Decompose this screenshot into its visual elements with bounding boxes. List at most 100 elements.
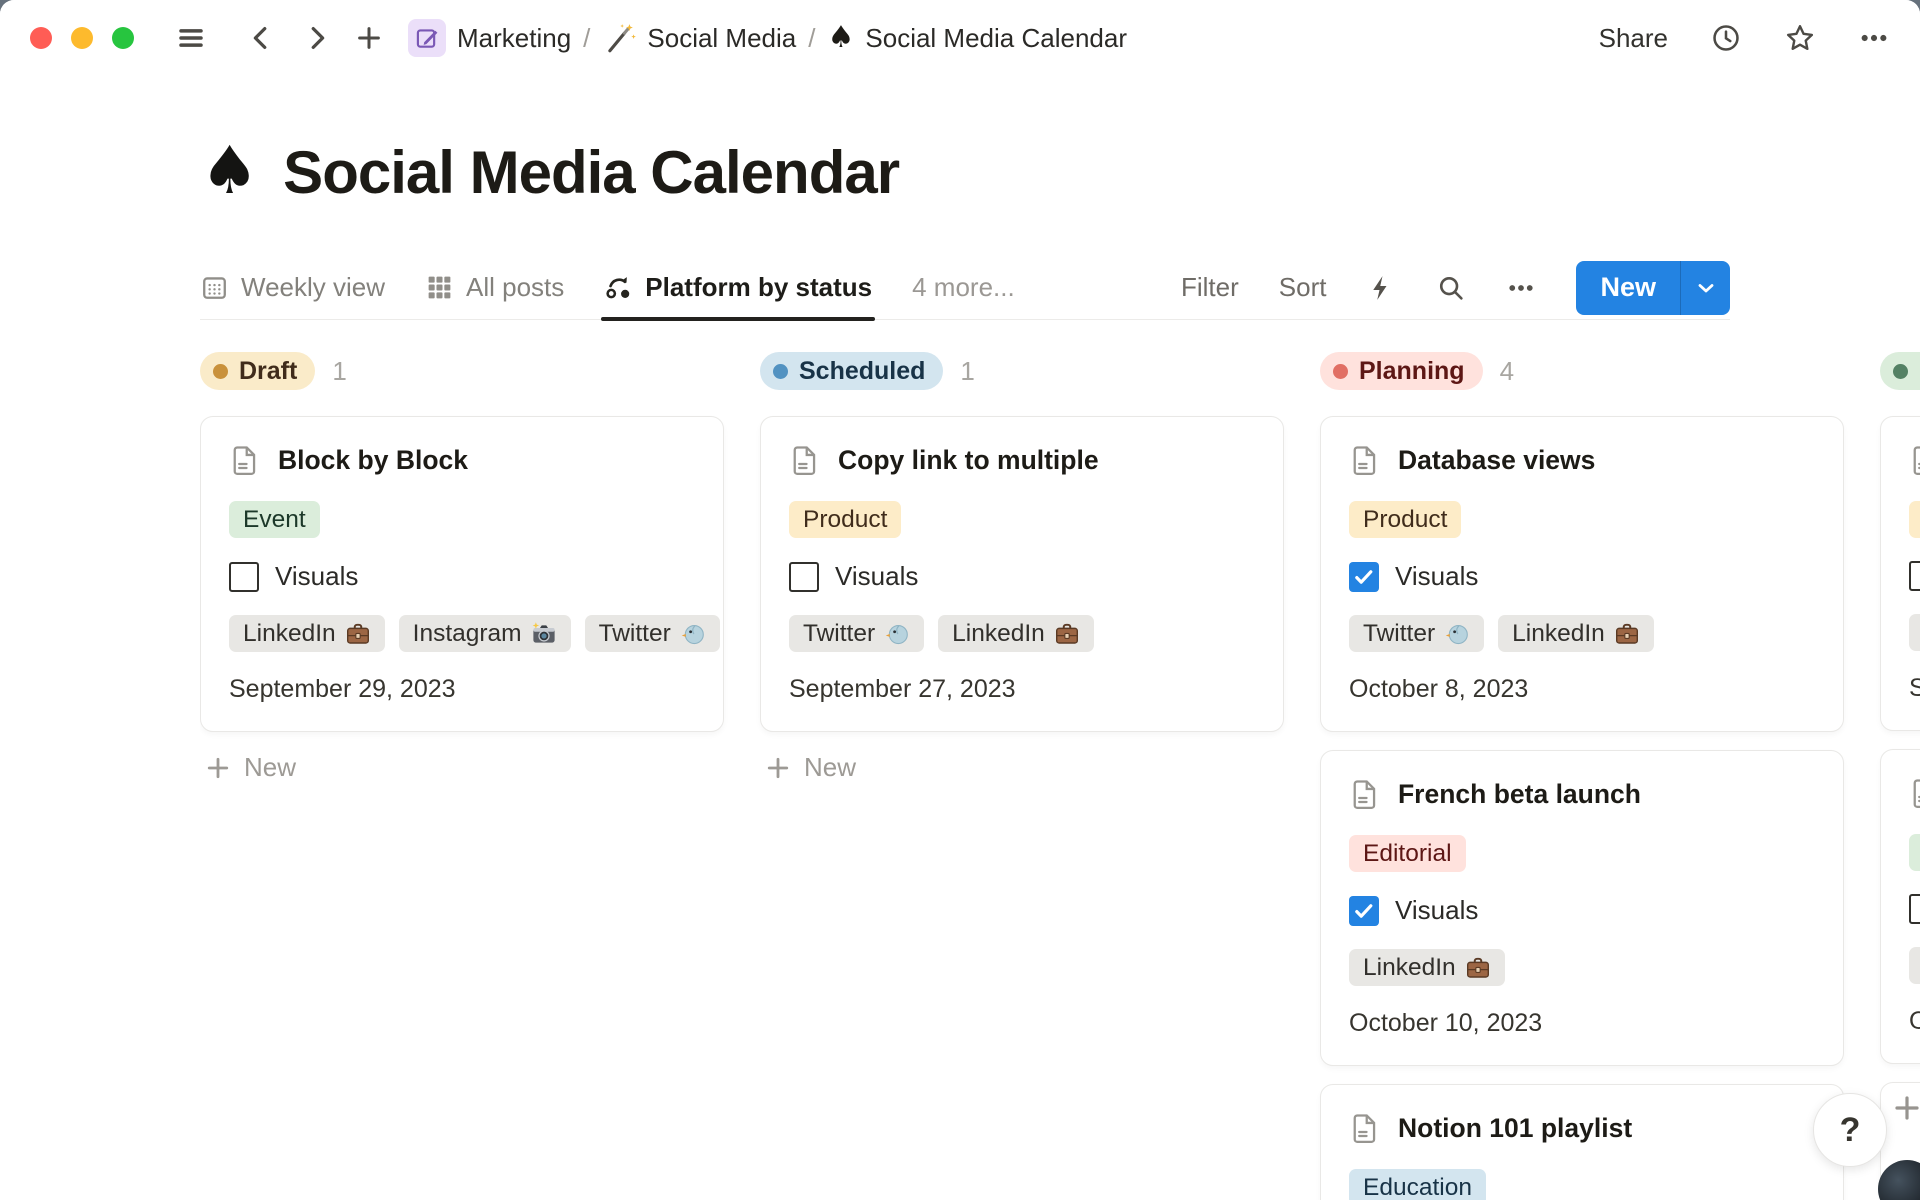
status-pill-scheduled[interactable]: Scheduled xyxy=(760,352,943,390)
new-page-button[interactable] xyxy=(354,23,384,53)
minimize-window-button[interactable] xyxy=(71,27,93,49)
platform-tag-linkedin: LinkedIn xyxy=(1349,949,1505,986)
close-window-button[interactable] xyxy=(30,27,52,49)
tab-more-views[interactable]: 4 more... xyxy=(912,256,1015,319)
status-pill-partial[interactable] xyxy=(1880,352,1920,390)
visuals-checkbox[interactable] xyxy=(229,562,259,592)
column-cards: Block by Block Event Visuals LinkedIn In… xyxy=(200,416,724,732)
breadcrumb-separator: / xyxy=(583,23,590,54)
status-pill-planning[interactable]: Planning xyxy=(1320,352,1483,390)
status-pill-draft[interactable]: Draft xyxy=(200,352,315,390)
status-dot xyxy=(213,364,228,379)
column-header: Planning 4 xyxy=(1320,352,1844,390)
zoom-window-button[interactable] xyxy=(112,27,134,49)
sidebar-menu-button[interactable] xyxy=(176,23,206,53)
board-column-planning: Planning 4 Database views Product Visual… xyxy=(1320,352,1844,1200)
page-header: ♠ Social Media Calendar xyxy=(200,138,899,207)
card-partial[interactable]: O xyxy=(1880,749,1920,1064)
page-icon xyxy=(229,444,261,476)
category-tag: Editorial xyxy=(1349,835,1466,872)
card-block-by-block[interactable]: Block by Block Event Visuals LinkedIn In… xyxy=(200,416,724,732)
plus-icon xyxy=(204,754,232,782)
board-column-partial: S O xyxy=(1880,352,1920,1200)
breadcrumb-item-social-media-calendar[interactable]: ♠ Social Media Calendar xyxy=(827,23,1127,54)
visuals-checkbox[interactable] xyxy=(1349,896,1379,926)
view-options-icon[interactable] xyxy=(1506,273,1536,303)
checkbox-label: Visuals xyxy=(275,561,358,592)
breadcrumb-item-marketing[interactable]: Marketing xyxy=(408,19,571,57)
search-icon[interactable] xyxy=(1436,273,1466,303)
help-button[interactable]: ? xyxy=(1813,1093,1887,1167)
new-button[interactable]: New xyxy=(1576,261,1730,315)
platform-tag-linkedin: LinkedIn xyxy=(229,615,385,652)
category-tag: Product xyxy=(789,501,901,538)
card-title: French beta launch xyxy=(1398,779,1641,810)
bird-icon xyxy=(680,621,706,647)
tab-weekly-view[interactable]: Weekly view xyxy=(200,256,385,319)
sort-button[interactable]: Sort xyxy=(1279,272,1327,303)
automations-bolt-icon[interactable] xyxy=(1366,273,1396,303)
updates-clock-icon[interactable] xyxy=(1710,22,1742,54)
add-group-plus-icon[interactable] xyxy=(1891,1092,1920,1124)
card-french-beta-launch[interactable]: French beta launch Editorial Visuals Lin… xyxy=(1320,750,1844,1066)
tag-label: LinkedIn xyxy=(1512,620,1605,648)
plus-icon xyxy=(764,754,792,782)
magic-wand-icon xyxy=(602,21,636,55)
page-spade-icon[interactable]: ♠ xyxy=(200,138,259,204)
checkbox-label: Visuals xyxy=(1395,895,1478,926)
share-button[interactable]: Share xyxy=(1599,23,1668,54)
card-title: Notion 101 playlist xyxy=(1398,1113,1632,1144)
board-column-scheduled: Scheduled 1 Copy link to multiple Produc… xyxy=(760,352,1284,1200)
tab-label: All posts xyxy=(466,272,564,303)
column-header: Draft 1 xyxy=(200,352,724,390)
checkbox-label: Visuals xyxy=(835,561,918,592)
chevron-left-icon xyxy=(246,23,276,53)
filter-button[interactable]: Filter xyxy=(1181,272,1239,303)
spade-icon: ♠ xyxy=(827,23,854,53)
tag-label: LinkedIn xyxy=(243,620,336,648)
category-tag: Event xyxy=(229,501,320,538)
hamburger-icon xyxy=(176,23,206,53)
status-dot xyxy=(1333,364,1348,379)
add-card-button[interactable]: New xyxy=(760,752,1284,783)
column-header xyxy=(1880,352,1920,390)
topbar-actions: Share xyxy=(1599,22,1890,54)
visuals-checkbox[interactable] xyxy=(1909,561,1920,591)
breadcrumb-separator: / xyxy=(808,23,815,54)
favorite-star-icon[interactable] xyxy=(1784,22,1816,54)
bird-icon xyxy=(1444,621,1470,647)
add-card-button[interactable]: New xyxy=(200,752,724,783)
column-header: Scheduled 1 xyxy=(760,352,1284,390)
briefcase-icon xyxy=(1465,955,1491,981)
visuals-checkbox[interactable] xyxy=(1349,562,1379,592)
checkbox-label: Visuals xyxy=(1395,561,1478,592)
visuals-checkbox[interactable] xyxy=(789,562,819,592)
page-title[interactable]: Social Media Calendar xyxy=(283,138,899,207)
card-database-views[interactable]: Database views Product Visuals Twitter L… xyxy=(1320,416,1844,732)
back-button[interactable] xyxy=(246,23,276,53)
new-button-dropdown[interactable] xyxy=(1680,261,1730,315)
tab-label: Weekly view xyxy=(241,272,385,303)
card-title: Database views xyxy=(1398,445,1595,476)
card-copy-link-to-multiple[interactable]: Copy link to multiple Product Visuals Tw… xyxy=(760,416,1284,732)
tab-all-posts[interactable]: All posts xyxy=(425,256,564,319)
camera-icon xyxy=(531,621,557,647)
chevron-down-icon xyxy=(1694,276,1718,300)
visuals-checkbox[interactable] xyxy=(1909,894,1920,924)
tab-platform-by-status[interactable]: Platform by status xyxy=(604,256,872,319)
breadcrumb: Marketing / Social Media / ♠ Social Medi… xyxy=(408,19,1127,57)
platform-tag-twitter: Twitter xyxy=(585,615,720,652)
page-icon xyxy=(1909,777,1920,809)
more-options-icon[interactable] xyxy=(1858,22,1890,54)
breadcrumb-item-social-media[interactable]: Social Media xyxy=(602,21,796,55)
forward-button[interactable] xyxy=(302,23,332,53)
tag-label: Event xyxy=(243,506,306,534)
view-bar: Weekly view All posts Platform by status… xyxy=(200,256,1730,320)
briefcase-icon xyxy=(1054,621,1080,647)
column-cards: Database views Product Visuals Twitter L… xyxy=(1320,416,1844,1200)
new-button-label[interactable]: New xyxy=(1576,261,1680,315)
card-partial[interactable]: S xyxy=(1880,416,1920,731)
card-date: September 29, 2023 xyxy=(229,675,695,704)
card-notion-101-playlist[interactable]: Notion 101 playlist Education xyxy=(1320,1084,1844,1200)
calendar-icon xyxy=(200,273,229,302)
